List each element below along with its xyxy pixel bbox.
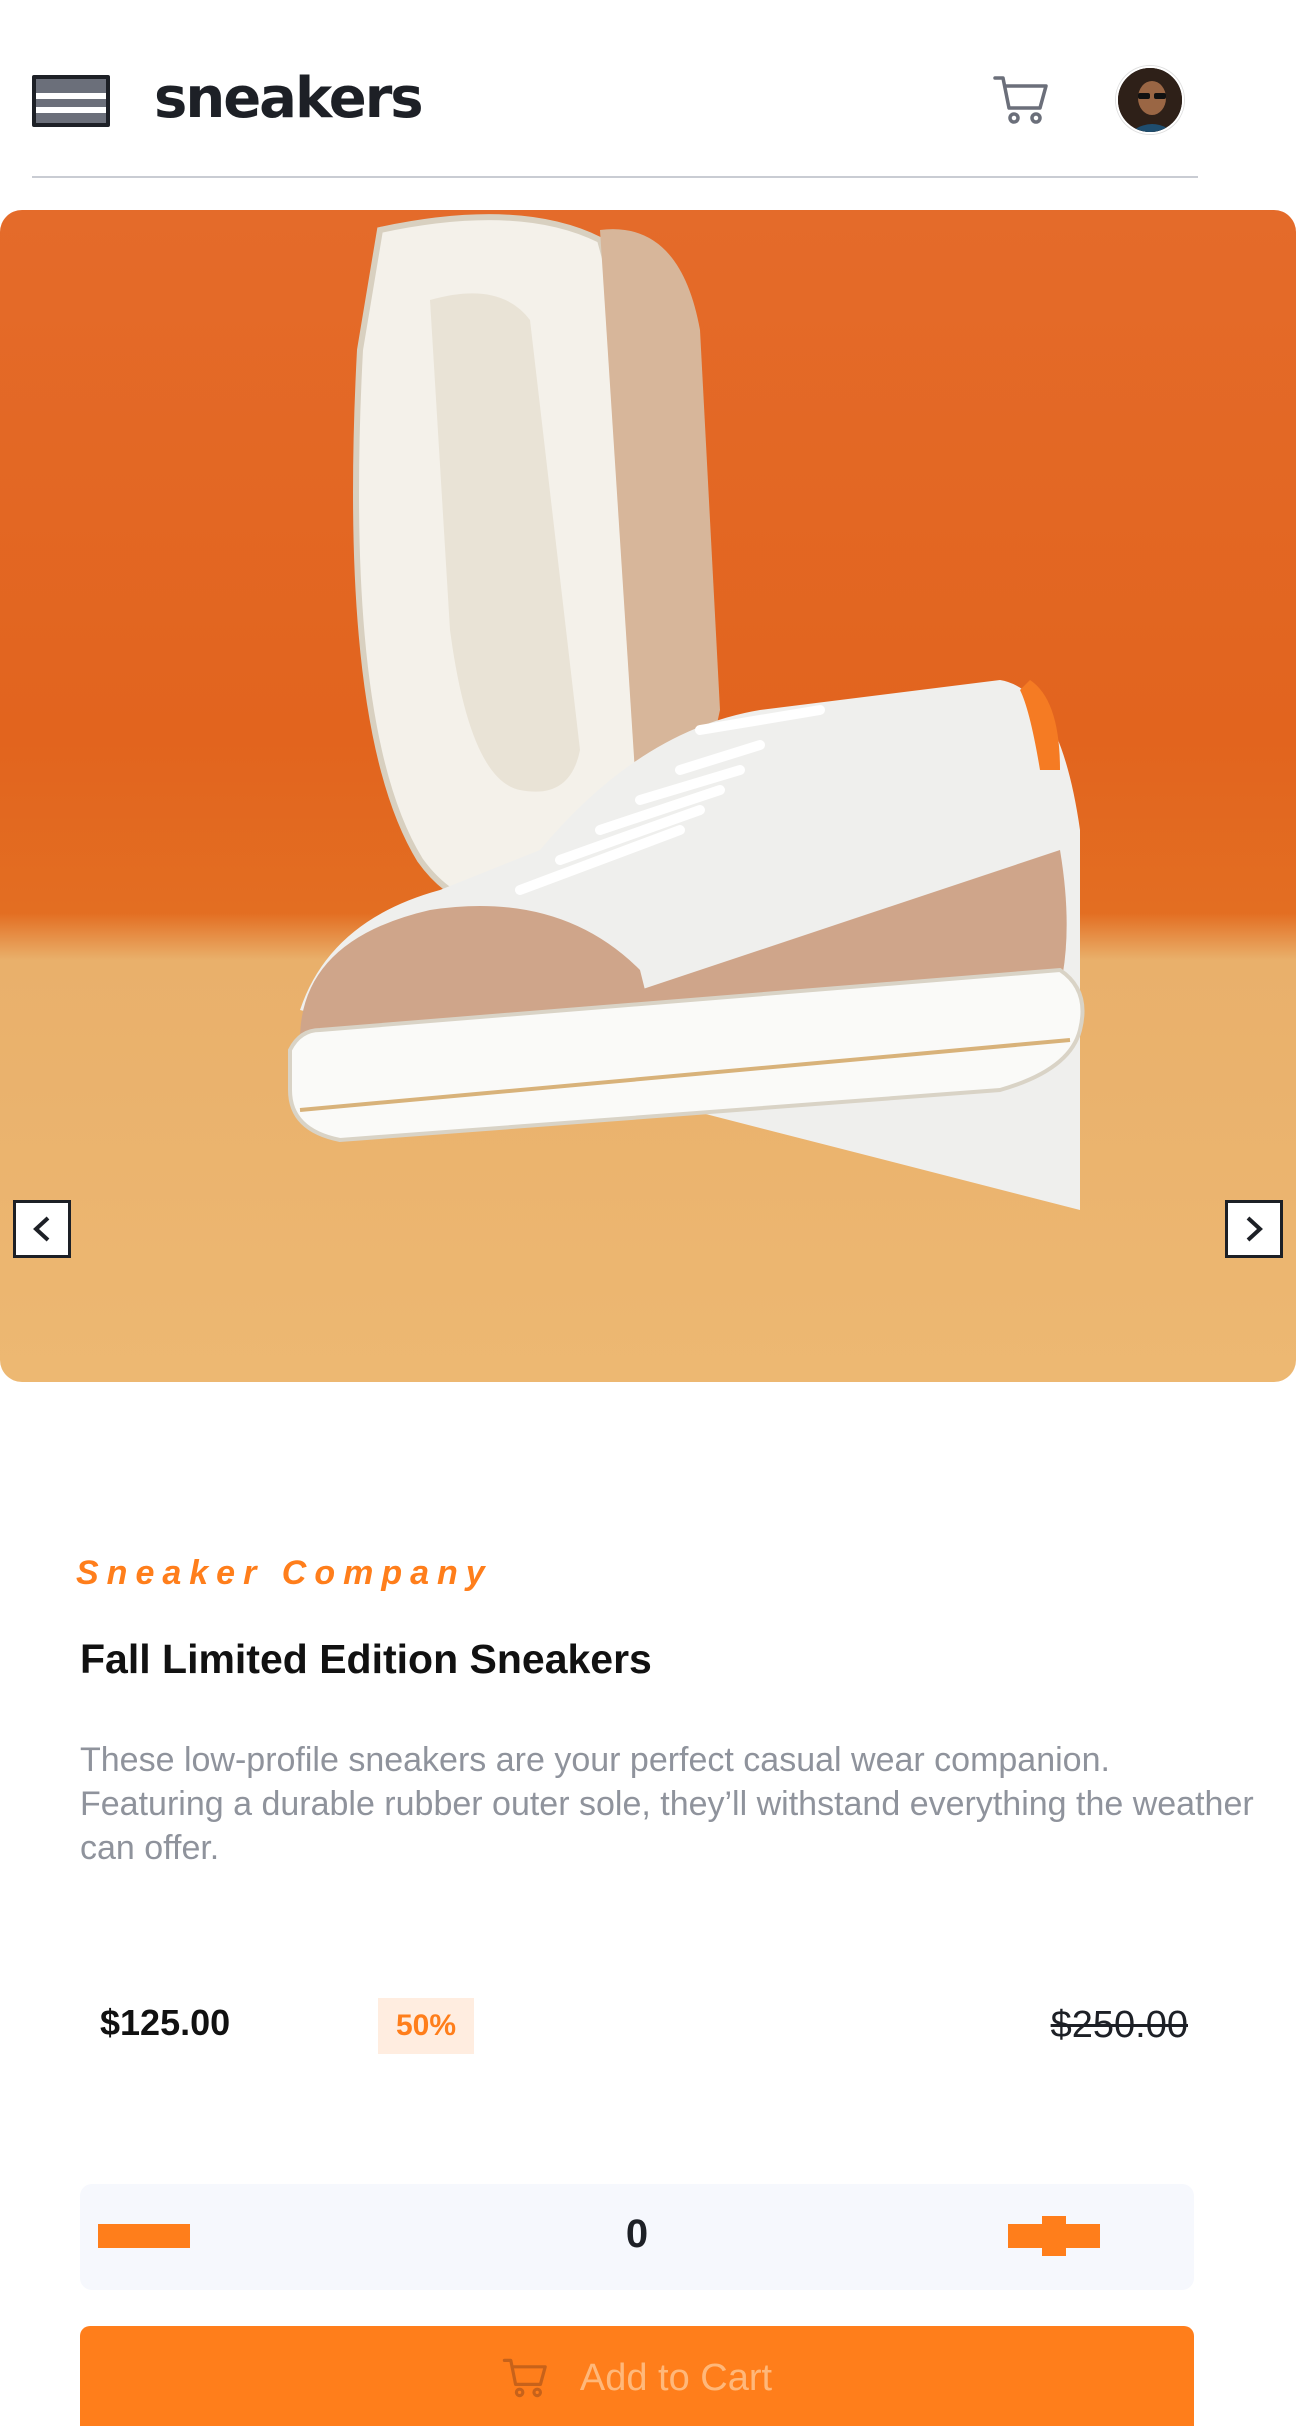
product-description: These low-profile sneakers are your perf…	[80, 1741, 1254, 1867]
product-image-gallery	[0, 210, 1296, 1382]
chevron-left-icon[interactable]	[13, 1200, 71, 1258]
menu-icon[interactable]	[32, 75, 110, 127]
chevron-right-icon[interactable]	[1225, 1200, 1283, 1258]
logo[interactable]: sneakers	[154, 62, 424, 136]
add-to-cart-button[interactable]: Add to Cart	[80, 2326, 1194, 2426]
plus-icon[interactable]	[1008, 2216, 1100, 2256]
cart-icon[interactable]	[992, 70, 1052, 130]
add-to-cart-label: Add to Cart	[579, 2357, 773, 2399]
sneaker-image	[288, 214, 1085, 1210]
original-price: $250.00	[1050, 2004, 1188, 2046]
quantity-stepper: 0	[80, 2184, 1194, 2290]
cart-icon	[502, 2358, 547, 2398]
company-name: Sneaker Company	[76, 1554, 493, 1592]
product-title: Fall Limited Edition Sneakers	[80, 1636, 652, 1682]
discount-badge: 50%	[378, 1998, 474, 2054]
current-price: $125.00	[100, 2002, 231, 2043]
user-avatar[interactable]	[1116, 66, 1184, 134]
product-page: sneakers Sneaker Company Fall Limited Ed…	[0, 0, 1296, 2426]
site-header: sneakers	[32, 0, 1198, 178]
